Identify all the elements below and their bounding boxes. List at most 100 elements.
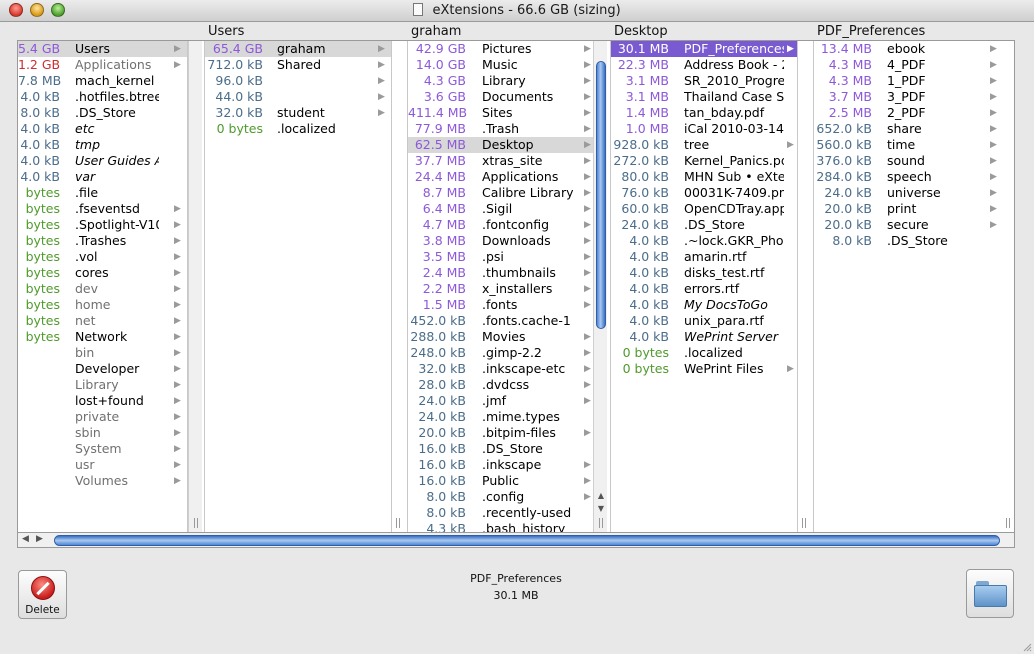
- pdf_preferences-row[interactable]: 4.3 MB 1_PDF ▶: [814, 73, 1004, 89]
- root-row[interactable]: 7.8 MB mach_kernel: [18, 73, 187, 89]
- desktop-row[interactable]: 4.0 kB My DocsToGo: [611, 297, 797, 313]
- root-row[interactable]: 5.4 GB Users ▶: [18, 41, 187, 57]
- graham-row[interactable]: 24.4 MB Applications ▶: [408, 169, 594, 185]
- root-row[interactable]: bin ▶: [18, 345, 187, 361]
- graham-row[interactable]: 32.0 kB .inkscape-etc ▶: [408, 361, 594, 377]
- graham-row[interactable]: 16.0 kB Public ▶: [408, 473, 594, 489]
- root-row[interactable]: bytes home ▶: [18, 297, 187, 313]
- pdf_preferences-row[interactable]: 2.5 MB 2_PDF ▶: [814, 105, 1004, 121]
- graham-row[interactable]: 8.7 MB Calibre Library ▶: [408, 185, 594, 201]
- desktop-row[interactable]: 4.0 kB disks_test.rtf: [611, 265, 797, 281]
- users-row[interactable]: 32.0 kB student ▶: [205, 105, 391, 121]
- column-root[interactable]: 5.4 GB Users ▶ 1.2 GB Applications ▶ 7.8 MB mac…: [18, 41, 188, 532]
- graham-row[interactable]: 452.0 kB .fonts.cache-1: [408, 313, 594, 329]
- graham-row[interactable]: 3.8 MB Downloads ▶: [408, 233, 594, 249]
- window-resize-grip[interactable]: [1022, 642, 1032, 652]
- column-users[interactable]: 65.4 GB graham ▶ 712.0 kB Shared ▶ 96.0 kB ▶ 44.…: [204, 41, 392, 532]
- root-row[interactable]: bytes dev ▶: [18, 281, 187, 297]
- desktop-row[interactable]: 80.0 kB MHN Sub • eXtensi: [611, 169, 797, 185]
- column-resize-grip[interactable]: [394, 518, 402, 528]
- desktop-row[interactable]: 0 bytes .localized: [611, 345, 797, 361]
- graham-row[interactable]: 8.0 kB .config ▶: [408, 489, 594, 505]
- desktop-row[interactable]: 4.0 kB .~lock.GKR_Phornp: [611, 233, 797, 249]
- graham-scroll-thumb[interactable]: [596, 61, 606, 329]
- pdf_preferences-row[interactable]: 652.0 kB share ▶: [814, 121, 1004, 137]
- desktop-row[interactable]: 4.0 kB unix_para.rtf: [611, 313, 797, 329]
- desktop-row[interactable]: 30.1 MB PDF_Preferences ▶: [611, 41, 797, 57]
- graham-row[interactable]: 8.0 kB .recently-used: [408, 505, 594, 521]
- column-pdf-preferences[interactable]: 13.4 MB ebook ▶ 4.3 MB 4_PDF ▶ 4.3 MB 1_PDF ▶ 3.7…: [813, 41, 1004, 532]
- graham-scrollbar[interactable]: ▲ ▼: [593, 41, 607, 532]
- graham-row[interactable]: 24.0 kB .jmf ▶: [408, 393, 594, 409]
- delete-button[interactable]: Delete: [18, 570, 67, 619]
- root-row[interactable]: bytes .vol ▶: [18, 249, 187, 265]
- pdf_preferences-row[interactable]: 13.4 MB ebook ▶: [814, 41, 1004, 57]
- root-row[interactable]: bytes .Trashes ▶: [18, 233, 187, 249]
- pdf_preferences-row[interactable]: 20.0 kB print ▶: [814, 201, 1004, 217]
- pdf_preferences-row[interactable]: 3.7 MB 3_PDF ▶: [814, 89, 1004, 105]
- root-row[interactable]: bytes .file: [18, 185, 187, 201]
- column-resize-grip[interactable]: [800, 518, 808, 528]
- scroll-up-icon[interactable]: ▲: [594, 491, 608, 500]
- graham-row[interactable]: 4.3 GB Library ▶: [408, 73, 594, 89]
- root-row[interactable]: System ▶: [18, 441, 187, 457]
- pdf_preferences-row[interactable]: 376.0 kB sound ▶: [814, 153, 1004, 169]
- root-row[interactable]: 8.0 kB .DS_Store: [18, 105, 187, 121]
- column-desktop[interactable]: 30.1 MB PDF_Preferences ▶ 22.3 MB Address Bo…: [610, 41, 798, 532]
- root-row[interactable]: bytes Network ▶: [18, 329, 187, 345]
- scroll-down-icon[interactable]: ▼: [594, 504, 608, 513]
- desktop-row[interactable]: 76.0 kB 00031K-7409.png: [611, 185, 797, 201]
- root-row[interactable]: Volumes ▶: [18, 473, 187, 489]
- graham-row[interactable]: 1.5 MB .fonts ▶: [408, 297, 594, 313]
- graham-row[interactable]: 28.0 kB .dvdcss ▶: [408, 377, 594, 393]
- root-row[interactable]: bytes cores ▶: [18, 265, 187, 281]
- root-row[interactable]: bytes .Spotlight-V100 ▶: [18, 217, 187, 233]
- graham-row[interactable]: 4.7 MB .fontconfig ▶: [408, 217, 594, 233]
- graham-row[interactable]: 2.4 MB .thumbnails ▶: [408, 265, 594, 281]
- pdf_preferences-row[interactable]: 24.0 kB universe ▶: [814, 185, 1004, 201]
- desktop-row[interactable]: 4.0 kB errors.rtf: [611, 281, 797, 297]
- root-row[interactable]: 4.0 kB etc: [18, 121, 187, 137]
- graham-row[interactable]: 411.4 MB Sites ▶: [408, 105, 594, 121]
- graham-row[interactable]: 77.9 MB .Trash ▶: [408, 121, 594, 137]
- graham-row[interactable]: 62.5 MB Desktop ▶: [408, 137, 594, 153]
- pdf_preferences-row[interactable]: 560.0 kB time ▶: [814, 137, 1004, 153]
- graham-row[interactable]: 42.9 GB Pictures ▶: [408, 41, 594, 57]
- column-resize-grip[interactable]: [597, 518, 605, 528]
- graham-row[interactable]: 3.5 MB .psi ▶: [408, 249, 594, 265]
- column-resize-grip[interactable]: [1004, 518, 1012, 528]
- graham-row[interactable]: 16.0 kB .inkscape ▶: [408, 457, 594, 473]
- root-row[interactable]: Library ▶: [18, 377, 187, 393]
- root-row[interactable]: sbin ▶: [18, 425, 187, 441]
- desktop-row[interactable]: 60.0 kB OpenCDTray.app: [611, 201, 797, 217]
- graham-row[interactable]: 20.0 kB .bitpim-files ▶: [408, 425, 594, 441]
- root-row[interactable]: usr ▶: [18, 457, 187, 473]
- desktop-row[interactable]: 22.3 MB Address Book - 2: [611, 57, 797, 73]
- horizontal-scrollbar[interactable]: ◀ ▶: [17, 533, 1015, 548]
- desktop-row[interactable]: 3.1 MB Thailand Case Stud: [611, 89, 797, 105]
- users-row[interactable]: 0 bytes .localized: [205, 121, 391, 137]
- desktop-row[interactable]: 24.0 kB .DS_Store: [611, 217, 797, 233]
- graham-row[interactable]: 6.4 MB .Sigil ▶: [408, 201, 594, 217]
- root-row[interactable]: private ▶: [18, 409, 187, 425]
- root-row[interactable]: 4.0 kB .hotfiles.btree: [18, 89, 187, 105]
- column-graham[interactable]: 42.9 GB Pictures ▶ 14.0 GB Music ▶ 4.3 GB Libra…: [407, 41, 595, 532]
- graham-row[interactable]: 248.0 kB .gimp-2.2 ▶: [408, 345, 594, 361]
- root-row[interactable]: 4.0 kB var: [18, 169, 187, 185]
- pdf_preferences-row[interactable]: 8.0 kB .DS_Store: [814, 233, 1004, 249]
- pdf_preferences-row[interactable]: 20.0 kB secure ▶: [814, 217, 1004, 233]
- graham-row[interactable]: 14.0 GB Music ▶: [408, 57, 594, 73]
- graham-row[interactable]: 24.0 kB .mime.types: [408, 409, 594, 425]
- root-row[interactable]: bytes .fseventsd ▶: [18, 201, 187, 217]
- desktop-row[interactable]: 272.0 kB Kernel_Panics.pdf: [611, 153, 797, 169]
- reveal-folder-button[interactable]: [966, 569, 1014, 618]
- desktop-row[interactable]: 0 bytes WePrint Files ▶: [611, 361, 797, 377]
- graham-row[interactable]: 3.6 GB Documents ▶: [408, 89, 594, 105]
- desktop-row[interactable]: 3.1 MB SR_2010_Progress_: [611, 73, 797, 89]
- graham-row[interactable]: 37.7 MB xtras_site ▶: [408, 153, 594, 169]
- desktop-row[interactable]: 4.0 kB WePrint Server: [611, 329, 797, 345]
- desktop-row[interactable]: 928.0 kB tree ▶: [611, 137, 797, 153]
- column-resize-grip[interactable]: [192, 518, 200, 528]
- root-row[interactable]: lost+found ▶: [18, 393, 187, 409]
- graham-row[interactable]: 4.3 kB .bash_history: [408, 521, 594, 532]
